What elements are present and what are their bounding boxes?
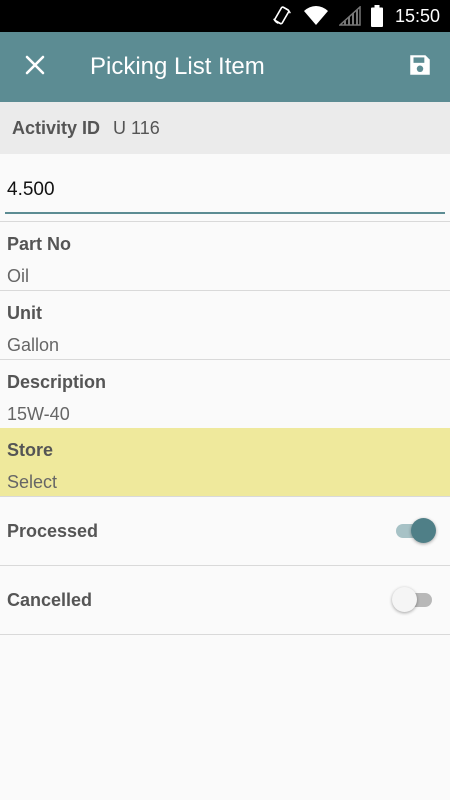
battery-icon <box>370 5 383 27</box>
quantity-row <box>0 154 450 222</box>
part-no-field[interactable]: Part No Oil <box>0 222 450 291</box>
cancelled-row: Cancelled <box>0 566 450 635</box>
save-icon <box>407 52 433 83</box>
unit-field[interactable]: Unit Gallon <box>0 291 450 360</box>
description-label: Description <box>7 372 107 392</box>
switch-thumb <box>411 518 436 543</box>
processed-switch[interactable] <box>392 517 436 545</box>
description-value: 15W-40 <box>7 404 70 424</box>
close-button[interactable] <box>0 32 70 102</box>
description-field[interactable]: Description 15W-40 <box>0 360 450 429</box>
app-bar: Picking List Item <box>0 32 450 102</box>
rotate-icon <box>271 5 293 27</box>
unit-label: Unit <box>7 303 42 323</box>
cancelled-label: Cancelled <box>7 589 93 610</box>
store-label: Store <box>7 440 54 460</box>
activity-id-value: U 116 <box>113 117 160 138</box>
save-button[interactable] <box>390 32 450 102</box>
part-no-label: Part No <box>7 234 72 254</box>
cancelled-switch[interactable] <box>392 586 436 614</box>
store-field[interactable]: Store Select <box>0 428 450 497</box>
status-bar: 15:50 <box>0 0 450 32</box>
unit-value: Gallon <box>7 335 60 355</box>
switch-thumb <box>392 587 417 612</box>
activity-id-label: Activity ID <box>12 117 101 138</box>
signal-icon <box>338 6 361 26</box>
activity-header: Activity ID U 116 <box>0 102 450 154</box>
close-icon <box>24 54 46 81</box>
wifi-icon <box>303 6 329 26</box>
store-value: Select <box>7 472 58 492</box>
page-title: Picking List Item <box>90 53 265 80</box>
quantity-input[interactable] <box>5 168 445 214</box>
status-time: 15:50 <box>394 5 440 26</box>
processed-row: Processed <box>0 497 450 566</box>
processed-label: Processed <box>7 520 99 541</box>
part-no-value: Oil <box>7 266 29 286</box>
